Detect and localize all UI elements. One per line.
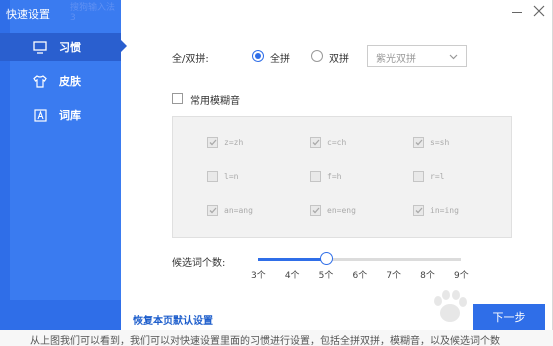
fuzzy-pair-checkbox [413, 171, 424, 182]
fuzzy-pair-c-ch: c=ch [310, 137, 346, 148]
sidebar-item-label: 词库 [59, 109, 81, 122]
slider-tick-label: 9个 [454, 271, 469, 281]
fuzzy-pair-l-n: l=n [207, 171, 238, 182]
sidebar-item-label: 习惯 [59, 41, 81, 54]
fuzzy-pair-f-h: f=h [310, 171, 341, 182]
pinyin-mode-label: 全/双拼: [172, 54, 209, 65]
fuzzy-pair-label: s=sh [430, 138, 450, 147]
sidebar-item-skin[interactable]: 皮肤 [0, 67, 121, 95]
candidate-count-slider-fill [258, 258, 326, 261]
slider-tick-label: 8个 [420, 271, 435, 281]
fuzzy-pair-checkbox [207, 205, 218, 216]
fuzzy-pair-an-ang: an=ang [207, 205, 253, 216]
fuzzy-pair-checkbox [310, 171, 321, 182]
fuzzy-pair-checkbox [413, 137, 424, 148]
slider-tick-label: 6个 [352, 271, 368, 281]
slider-tick-label: 4个 [284, 271, 300, 281]
active-item-pointer [121, 40, 127, 52]
underlying-page: 从上图我们可以看到，我们可以对快速设置里面的习惯进行设置，包括全拼双拼，模糊音，… [0, 330, 553, 346]
window-title: 快速设置 [6, 8, 50, 21]
fuzzy-pair-checkbox [413, 205, 424, 216]
fuzzy-pair-label: c=ch [327, 138, 347, 147]
fuzzy-pair-label: an=ang [224, 206, 253, 215]
fuzzy-pair-checkbox [207, 137, 218, 148]
scheme-select-value: 紫光双拼 [376, 54, 416, 65]
fuzzy-pair-label: en=eng [327, 206, 356, 215]
window-title-ghost: 搜狗输入法 3 [70, 3, 116, 23]
fuzzy-pair-z-zh: z=zh [207, 137, 243, 148]
fuzzy-pair-label: r=l [430, 172, 445, 181]
fuzzy-pair-label: l=n [224, 172, 239, 181]
underlying-page-text: 从上图我们可以看到，我们可以对快速设置里面的习惯进行设置，包括全拼双拼，模糊音，… [30, 336, 500, 346]
fuzzy-pair-s-sh: s=sh [413, 137, 449, 148]
fuzzy-pair-checkbox [207, 171, 218, 182]
double-pinyin-scheme-select[interactable]: 紫光双拼 [367, 45, 467, 67]
fuzzy-pair-checkbox [310, 205, 321, 216]
sidebar-item-lexicon[interactable]: 词库 [0, 101, 121, 129]
full-pinyin-radio[interactable] [252, 50, 264, 62]
sidebar-item-habit[interactable]: 习惯 [0, 33, 121, 61]
minimize-button[interactable] [512, 12, 522, 13]
close-icon [533, 5, 545, 17]
fuzzy-pair-en-eng: en=eng [310, 205, 356, 216]
chevron-down-icon [449, 52, 458, 63]
fuzzy-sound-label[interactable]: 常用模糊音 [190, 92, 240, 107]
fuzzy-pair-r-l: r=l [413, 171, 444, 182]
slider-tick-label: 3个 [251, 271, 266, 281]
fuzzy-pair-label: z=zh [224, 138, 244, 147]
fuzzy-pair-checkbox [310, 137, 321, 148]
close-button[interactable] [532, 4, 546, 18]
candidate-count-slider-thumb[interactable] [319, 252, 333, 265]
baidu-paw-watermark-icon [434, 290, 467, 322]
full-pinyin-label[interactable]: 全拼 [270, 50, 290, 65]
slider-tick-label: 5个 [318, 271, 334, 281]
candidate-count-label: 候选词个数: [172, 258, 226, 269]
fuzzy-pair-label: in=ing [430, 206, 459, 215]
lexicon-a-icon [33, 108, 47, 122]
fuzzy-pairs-panel: z=zh c=ch s=sh l=n f=h r=l an=ang en=eng… [172, 116, 512, 238]
fuzzy-sound-checkbox[interactable] [172, 93, 183, 104]
quick-settings-window: 搜狗输入法 3 快速设置 习惯 皮肤 词库 全/双拼: 全拼 双拼 紫光双拼 常… [0, 0, 553, 330]
monitor-icon [33, 40, 47, 54]
fuzzy-pair-label: f=h [327, 172, 342, 181]
double-pinyin-label[interactable]: 双拼 [329, 50, 349, 65]
sidebar-item-label: 皮肤 [59, 75, 81, 88]
fuzzy-pair-in-ing: in=ing [413, 205, 459, 216]
slider-tick-label: 7个 [386, 271, 402, 281]
tshirt-icon [33, 74, 47, 88]
restore-defaults-link[interactable]: 恢复本页默认设置 [133, 312, 213, 327]
sidebar: 搜狗输入法 3 快速设置 习惯 皮肤 词库 [0, 0, 121, 330]
double-pinyin-radio[interactable] [311, 50, 323, 62]
